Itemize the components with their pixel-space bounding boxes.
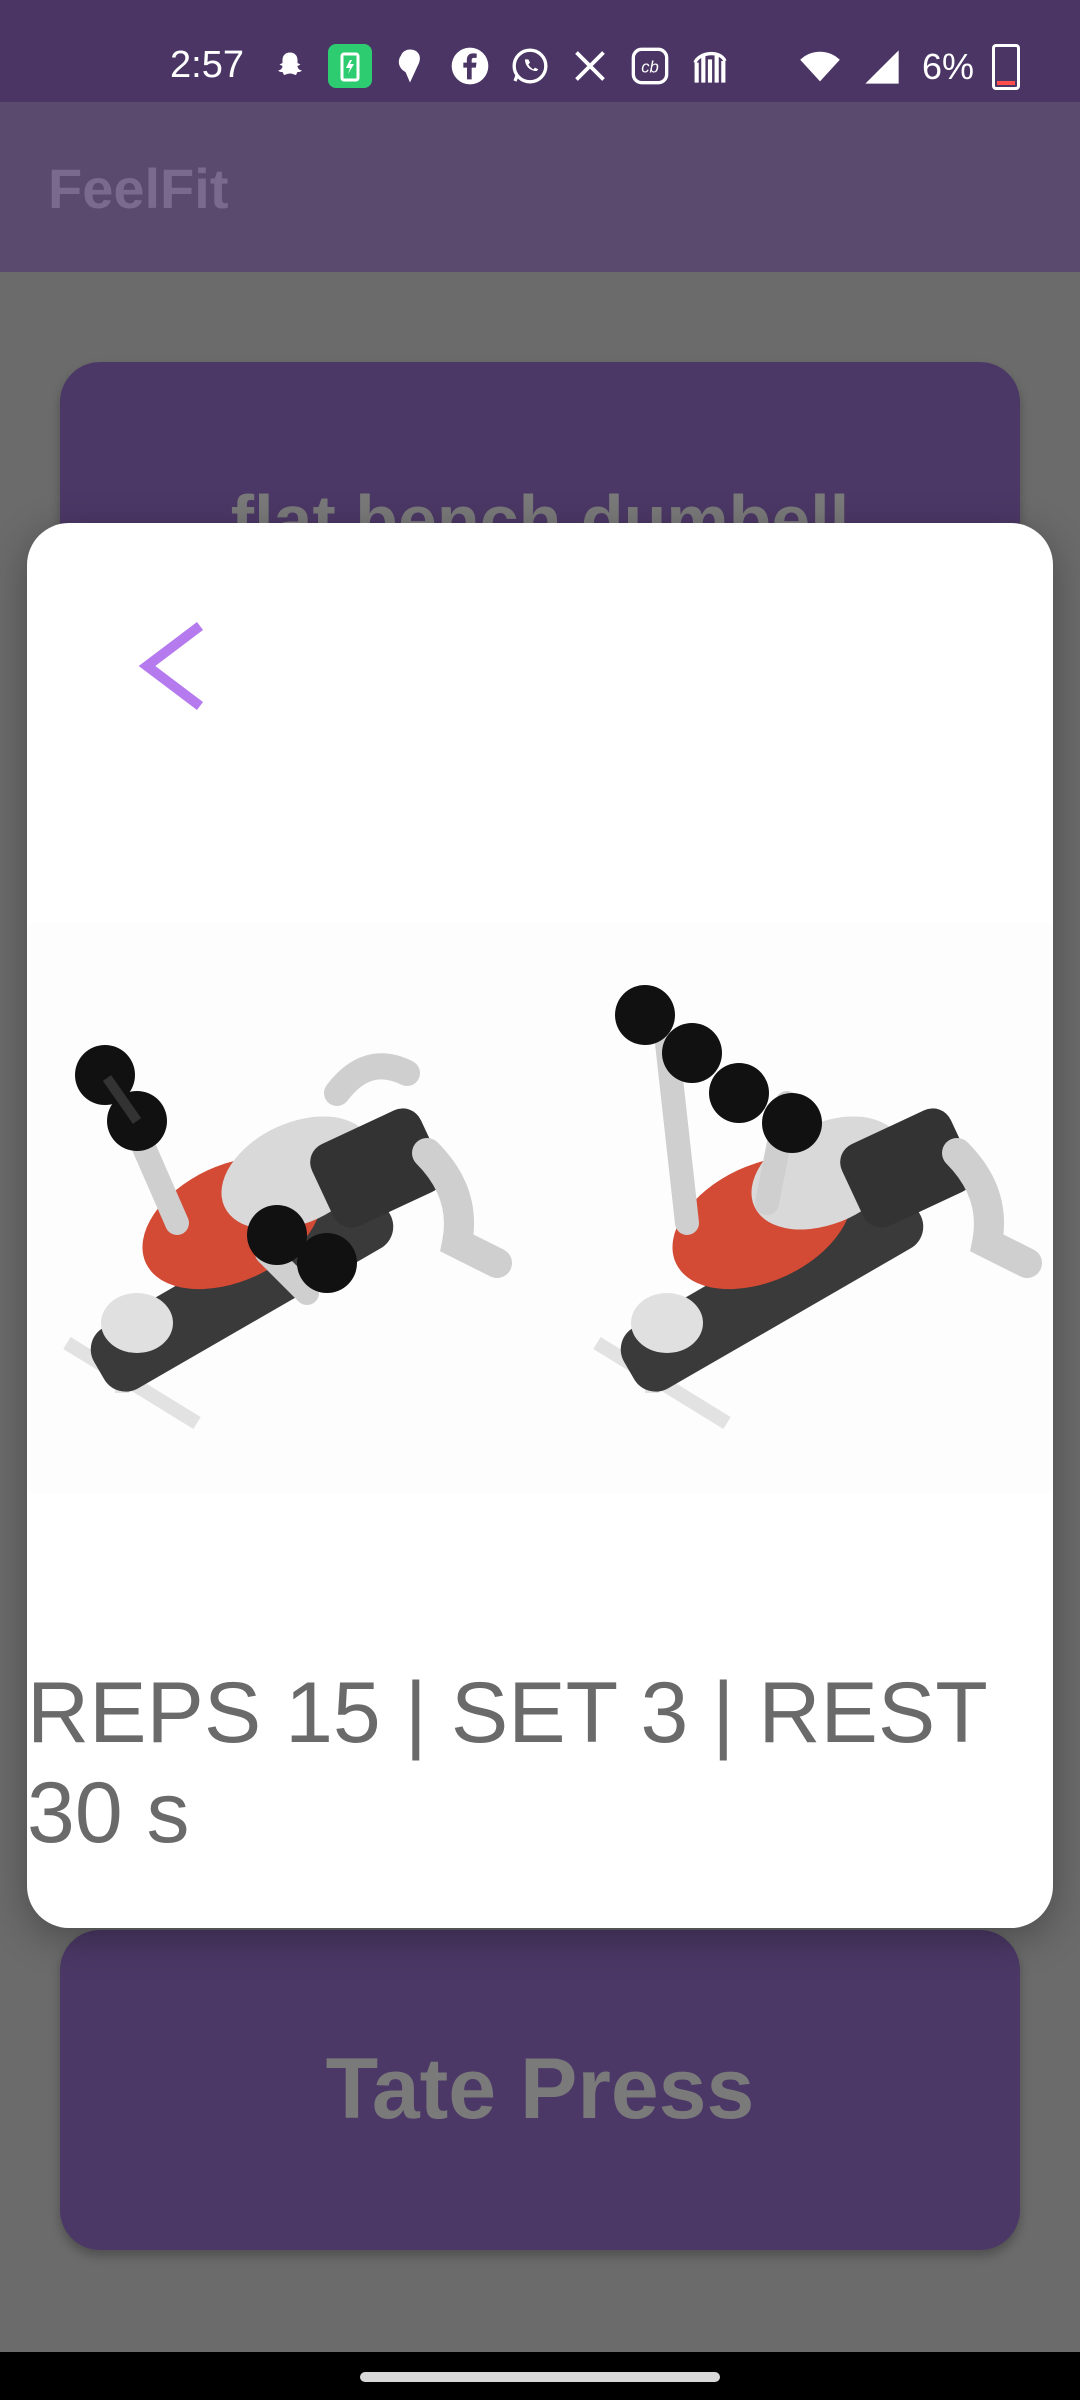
exercise-info-text: REPS 15 | SET 3 | REST 30 s — [27, 1665, 987, 1861]
x-icon — [568, 44, 612, 88]
svg-text:cb: cb — [641, 58, 659, 77]
exercise-card[interactable]: Tate Press — [60, 1930, 1020, 2250]
wifi-icon — [798, 45, 842, 89]
battery-percent: 6% — [921, 46, 974, 87]
app-bar: FeelFit — [0, 102, 1080, 272]
exercise-illustration — [27, 923, 1053, 1493]
restaurant-app-icon — [688, 44, 732, 88]
location-pin-icon — [388, 44, 432, 88]
chevron-left-icon — [138, 622, 204, 710]
battery-icon — [992, 44, 1020, 90]
exercise-card-title: Tate Press — [325, 2041, 755, 2137]
back-button[interactable] — [107, 611, 207, 721]
home-gesture-handle[interactable] — [360, 2372, 720, 2382]
status-time: 2:57 — [170, 44, 244, 86]
whatsapp-icon — [508, 44, 552, 88]
cb-app-icon: cb — [628, 44, 672, 88]
navigation-bar — [0, 2352, 1080, 2400]
status-bar: 2:57 cb 6% — [0, 0, 1080, 102]
system-indicators: 6% — [798, 44, 1020, 90]
app-title: FeelFit — [48, 157, 229, 220]
signal-icon — [860, 45, 904, 89]
exercise-detail-dialog: REPS 15 | SET 3 | REST 30 s — [27, 523, 1053, 1928]
facebook-icon — [448, 44, 492, 88]
snapchat-icon — [268, 44, 312, 88]
battery-saver-icon — [328, 44, 372, 88]
notification-icons: cb — [268, 44, 732, 88]
